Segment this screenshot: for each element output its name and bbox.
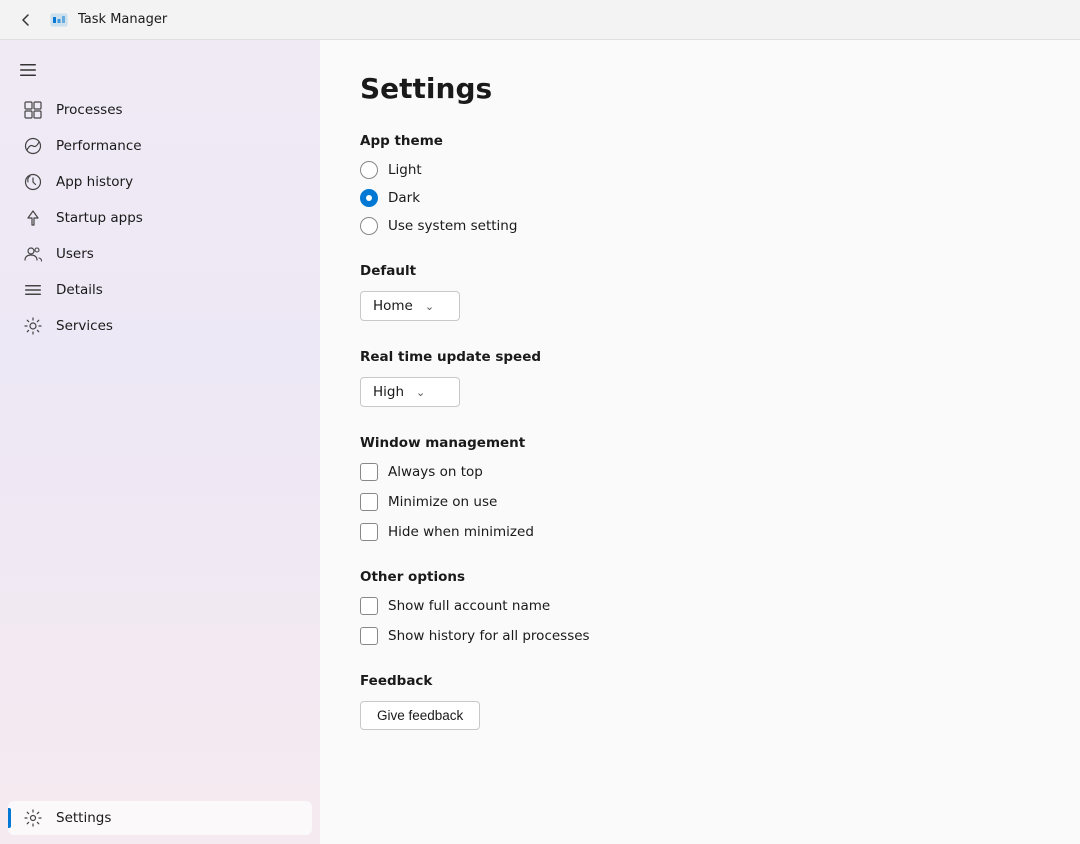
app-theme-radio-group: Light Dark Use system setting <box>360 161 1040 235</box>
services-icon <box>24 317 42 335</box>
sidebar-item-label: App history <box>56 174 133 190</box>
app-history-icon <box>24 173 42 191</box>
checkbox-show-full-account-name[interactable]: Show full account name <box>360 597 1040 615</box>
main-layout: Processes Performance App history <box>0 40 1080 844</box>
titlebar-title: Task Manager <box>78 12 167 27</box>
performance-icon <box>24 137 42 155</box>
chevron-down-icon: ⌄ <box>416 386 425 399</box>
checkbox-hide-when-minimized[interactable]: Hide when minimized <box>360 523 1040 541</box>
realtime-update-section: Real time update speed High ⌄ <box>360 349 1040 407</box>
checkbox-hide-when-minimized-label: Hide when minimized <box>388 524 534 540</box>
radio-system-label: Use system setting <box>388 218 517 234</box>
sidebar: Processes Performance App history <box>0 40 320 844</box>
page-title: Settings <box>360 72 1040 105</box>
default-dropdown-value: Home <box>373 298 413 314</box>
sidebar-item-app-history[interactable]: App history <box>8 165 312 199</box>
give-feedback-button[interactable]: Give feedback <box>360 701 480 730</box>
default-label: Default <box>360 263 1040 279</box>
back-button[interactable] <box>12 6 40 34</box>
other-options-label: Other options <box>360 569 1040 585</box>
radio-circle-system <box>360 217 378 235</box>
default-section: Default Home ⌄ <box>360 263 1040 321</box>
sidebar-item-label: Details <box>56 282 103 298</box>
checkbox-box-hide-when-minimized <box>360 523 378 541</box>
startup-apps-icon <box>24 209 42 227</box>
app-theme-label: App theme <box>360 133 1040 149</box>
settings-icon <box>24 809 42 827</box>
other-options-section: Other options Show full account name Sho… <box>360 569 1040 645</box>
sidebar-item-settings[interactable]: Settings <box>8 801 312 835</box>
sidebar-item-details[interactable]: Details <box>8 273 312 307</box>
content-area: Settings App theme Light Dark Use system <box>320 40 1080 844</box>
checkbox-box-show-history-for-all <box>360 627 378 645</box>
radio-dark[interactable]: Dark <box>360 189 1040 207</box>
realtime-update-value: High <box>373 384 404 400</box>
users-icon <box>24 245 42 263</box>
sidebar-item-users[interactable]: Users <box>8 237 312 271</box>
checkbox-always-on-top-label: Always on top <box>388 464 483 480</box>
processes-icon <box>24 101 42 119</box>
sidebar-item-label: Services <box>56 318 113 334</box>
checkbox-minimize-on-use[interactable]: Minimize on use <box>360 493 1040 511</box>
sidebar-item-performance[interactable]: Performance <box>8 129 312 163</box>
checkbox-minimize-on-use-label: Minimize on use <box>388 494 497 510</box>
app-icon <box>50 11 68 29</box>
checkbox-box-always-on-top <box>360 463 378 481</box>
radio-circle-dark <box>360 189 378 207</box>
radio-light[interactable]: Light <box>360 161 1040 179</box>
sidebar-item-label: Processes <box>56 102 123 118</box>
radio-light-label: Light <box>388 162 422 178</box>
realtime-update-dropdown[interactable]: High ⌄ <box>360 377 460 407</box>
window-management-label: Window management <box>360 435 1040 451</box>
default-dropdown[interactable]: Home ⌄ <box>360 291 460 321</box>
sidebar-item-label: Settings <box>56 810 111 826</box>
realtime-update-label: Real time update speed <box>360 349 1040 365</box>
sidebar-item-label: Users <box>56 246 94 262</box>
checkbox-show-full-account-name-label: Show full account name <box>388 598 550 614</box>
checkbox-show-history-for-all-label: Show history for all processes <box>388 628 590 644</box>
sidebar-item-processes[interactable]: Processes <box>8 93 312 127</box>
app-theme-section: App theme Light Dark Use system setting <box>360 133 1040 235</box>
sidebar-item-label: Performance <box>56 138 142 154</box>
sidebar-item-label: Startup apps <box>56 210 143 226</box>
window-management-section: Window management Always on top Minimize… <box>360 435 1040 541</box>
radio-system[interactable]: Use system setting <box>360 217 1040 235</box>
feedback-section: Feedback Give feedback <box>360 673 1040 730</box>
checkbox-show-history-for-all[interactable]: Show history for all processes <box>360 627 1040 645</box>
hamburger-button[interactable] <box>8 52 48 88</box>
titlebar: Task Manager <box>0 0 1080 40</box>
checkbox-box-show-full-account-name <box>360 597 378 615</box>
checkbox-box-minimize-on-use <box>360 493 378 511</box>
radio-circle-light <box>360 161 378 179</box>
window-management-checkbox-group: Always on top Minimize on use Hide when … <box>360 463 1040 541</box>
radio-dark-label: Dark <box>388 190 420 206</box>
chevron-down-icon: ⌄ <box>425 300 434 313</box>
sidebar-item-services[interactable]: Services <box>8 309 312 343</box>
checkbox-always-on-top[interactable]: Always on top <box>360 463 1040 481</box>
feedback-label: Feedback <box>360 673 1040 689</box>
sidebar-item-startup-apps[interactable]: Startup apps <box>8 201 312 235</box>
other-options-checkbox-group: Show full account name Show history for … <box>360 597 1040 645</box>
details-icon <box>24 281 42 299</box>
